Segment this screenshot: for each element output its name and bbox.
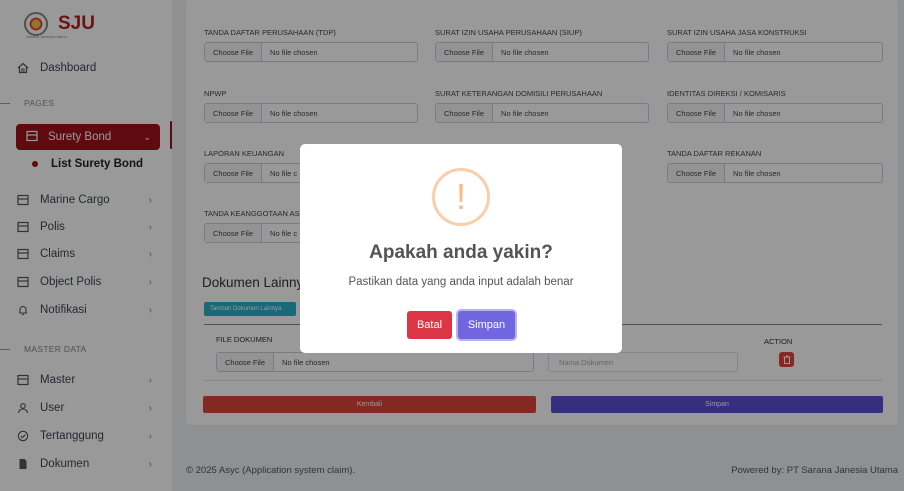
confirm-dialog: ! Apakah anda yakin? Pastikan data yang …	[300, 144, 622, 353]
confirm-button[interactable]: Simpan	[458, 311, 515, 339]
cancel-button[interactable]: Batal	[407, 311, 452, 339]
dialog-title: Apakah anda yakin?	[369, 242, 553, 263]
warning-icon: !	[432, 168, 490, 226]
dialog-message: Pastikan data yang anda input adalah ben…	[348, 276, 574, 288]
